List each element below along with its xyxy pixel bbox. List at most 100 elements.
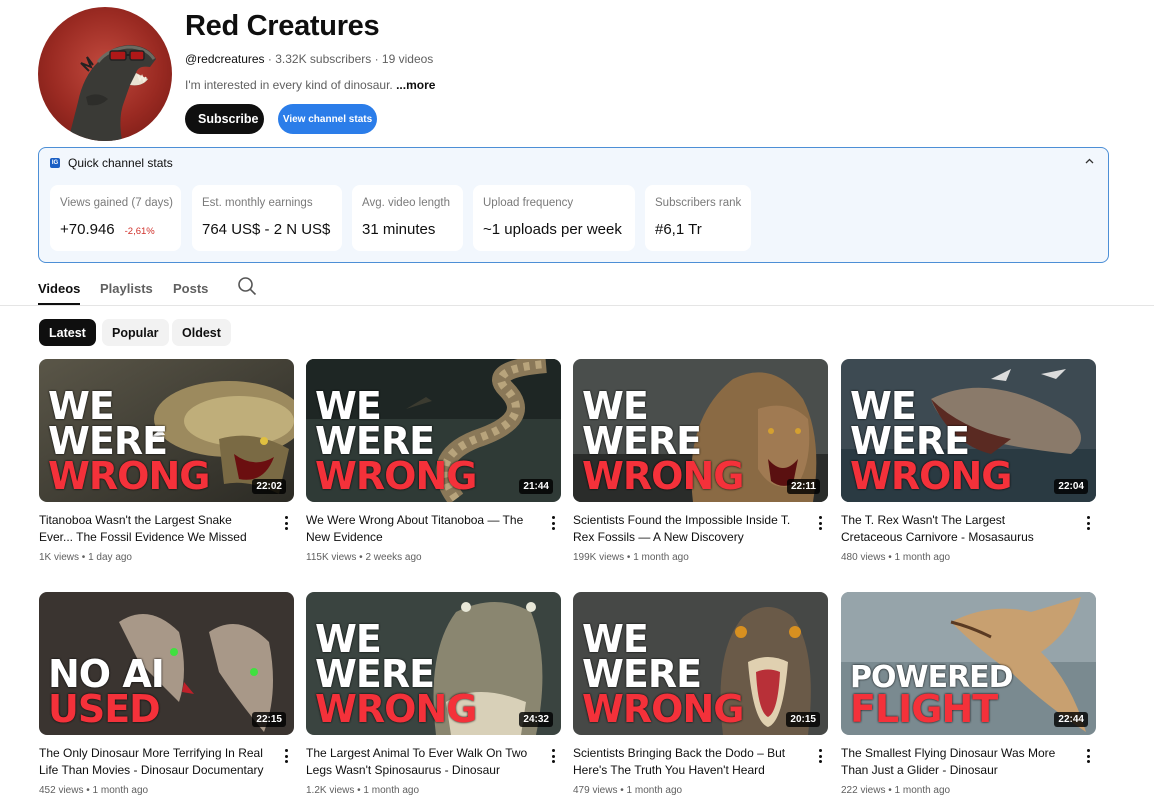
duration-badge: 22:11 bbox=[786, 479, 820, 494]
video-card[interactable]: WE WERE WRONG 22:04 The T. Rex Wasn't Th… bbox=[841, 359, 1096, 563]
more-options-icon[interactable] bbox=[282, 748, 290, 764]
stat-card-avg-video-length: Avg. video length 31 minutes bbox=[352, 185, 463, 251]
video-meta: 222 views • 1 month ago bbox=[841, 785, 951, 796]
video-card[interactable]: NO AI USED 22:15 The Only Dinosaur More … bbox=[39, 592, 294, 796]
video-meta: 1K views • 1 day ago bbox=[39, 552, 132, 563]
thumbnail-caption: WE WERE WRONG bbox=[582, 620, 744, 732]
video-title[interactable]: Titanoboa Wasn't the Largest Snake Ever.… bbox=[39, 512, 267, 546]
quick-stats-title: Quick channel stats bbox=[68, 156, 173, 170]
stat-card-upload-frequency: Upload frequency ~1 uploads per week bbox=[473, 185, 635, 251]
caption-line: WRONG bbox=[582, 687, 744, 732]
video-title[interactable]: The Smallest Flying Dinosaur Was More Th… bbox=[841, 745, 1069, 779]
stat-value: 764 US$ - 2 N US$ bbox=[202, 221, 331, 238]
chip-latest[interactable]: Latest bbox=[39, 319, 96, 346]
video-thumbnail[interactable]: WE WERE WRONG 22:04 bbox=[841, 359, 1096, 502]
video-thumbnail[interactable]: WE WERE WRONG 21:44 bbox=[306, 359, 561, 502]
video-card[interactable]: WE WERE WRONG 21:44 We Were Wrong About … bbox=[306, 359, 561, 563]
stat-value: #6,1 Tr bbox=[655, 221, 702, 238]
more-options-icon[interactable] bbox=[549, 515, 557, 531]
stat-value: ~1 uploads per week bbox=[483, 221, 622, 238]
stat-label: Avg. video length bbox=[362, 197, 451, 209]
more-options-icon[interactable] bbox=[1084, 748, 1092, 764]
channel-avatar[interactable] bbox=[38, 7, 172, 141]
tab-playlists[interactable]: Playlists bbox=[100, 279, 153, 307]
duration-badge: 22:15 bbox=[252, 712, 286, 727]
video-card[interactable]: WE WERE WRONG 24:32 The Largest Animal T… bbox=[306, 592, 561, 796]
video-meta: 452 views • 1 month ago bbox=[39, 785, 149, 796]
thumbnail-caption: POWERED FLIGHT bbox=[850, 663, 1014, 732]
duration-badge: 20:15 bbox=[786, 712, 820, 727]
thumbnail-caption: WE WERE WRONG bbox=[582, 387, 744, 499]
video-card[interactable]: WE WERE WRONG 22:11 Scientists Found the… bbox=[573, 359, 828, 563]
video-card[interactable]: WE WERE WRONG 20:15 Scientists Bringing … bbox=[573, 592, 828, 796]
video-thumbnail[interactable]: POWERED FLIGHT 22:44 bbox=[841, 592, 1096, 735]
tab-videos[interactable]: Videos bbox=[38, 279, 81, 305]
duration-badge: 22:02 bbox=[252, 479, 286, 494]
stat-value: +70.946 -2,61% bbox=[60, 221, 171, 238]
chevron-up-icon[interactable] bbox=[1085, 156, 1094, 167]
video-meta: 1.2K views • 1 month ago bbox=[306, 785, 420, 796]
caption-line: FLIGHT bbox=[850, 687, 998, 732]
video-meta: 479 views • 1 month ago bbox=[573, 785, 683, 796]
more-options-icon[interactable] bbox=[282, 515, 290, 531]
video-title[interactable]: The T. Rex Wasn't The Largest Cretaceous… bbox=[841, 512, 1069, 546]
video-title[interactable]: Scientists Bringing Back the Dodo – But … bbox=[573, 745, 801, 779]
channel-description[interactable]: I'm interested in every kind of dinosaur… bbox=[185, 78, 435, 92]
duration-badge: 21:44 bbox=[519, 479, 553, 494]
thumbnail-caption: WE WERE WRONG bbox=[315, 387, 477, 499]
chip-popular[interactable]: Popular bbox=[102, 319, 169, 346]
more-options-icon[interactable] bbox=[816, 748, 824, 764]
channel-handle: @redcreatures bbox=[185, 52, 265, 66]
video-thumbnail[interactable]: WE WERE WRONG 24:32 bbox=[306, 592, 561, 735]
thumbnail-caption: WE WERE WRONG bbox=[315, 620, 477, 732]
thumbnail-caption: WE WERE WRONG bbox=[48, 387, 210, 499]
caption-line: USED bbox=[48, 687, 161, 732]
video-meta: 115K views • 2 weeks ago bbox=[306, 552, 422, 563]
duration-badge: 24:32 bbox=[519, 712, 553, 727]
video-title[interactable]: Scientists Found the Impossible Inside T… bbox=[573, 512, 801, 546]
caption-line: WRONG bbox=[850, 454, 1012, 499]
view-channel-stats-button[interactable]: View channel stats bbox=[278, 104, 377, 134]
video-title[interactable]: We Were Wrong About Titanoboa — The New … bbox=[306, 512, 534, 546]
more-options-icon[interactable] bbox=[816, 515, 824, 531]
video-thumbnail[interactable]: NO AI USED 22:15 bbox=[39, 592, 294, 735]
video-card[interactable]: WE WERE WRONG 22:02 Titanoboa Wasn't the… bbox=[39, 359, 294, 563]
tabs-divider bbox=[0, 305, 1154, 306]
video-thumbnail[interactable]: WE WERE WRONG 22:11 bbox=[573, 359, 828, 502]
stat-card-monthly-earnings: Est. monthly earnings 764 US$ - 2 N US$ bbox=[192, 185, 342, 251]
video-thumbnail[interactable]: WE WERE WRONG 22:02 bbox=[39, 359, 294, 502]
caption-line: WRONG bbox=[315, 687, 477, 732]
description-text: I'm interested in every kind of dinosaur… bbox=[185, 78, 397, 92]
stat-label: Subscribers rank bbox=[655, 197, 742, 209]
channel-stats-line: · 3.32K subscribers · 19 videos bbox=[264, 52, 434, 66]
more-options-icon[interactable] bbox=[549, 748, 557, 764]
stat-card-views-gained: Views gained (7 days) +70.946 -2,61% bbox=[50, 185, 181, 251]
stat-label: Upload frequency bbox=[483, 197, 574, 209]
video-card[interactable]: POWERED FLIGHT 22:44 The Smallest Flying… bbox=[841, 592, 1096, 796]
chip-oldest[interactable]: Oldest bbox=[172, 319, 231, 346]
more-link[interactable]: ...more bbox=[396, 78, 435, 92]
duration-badge: 22:04 bbox=[1054, 479, 1088, 494]
video-meta: 480 views • 1 month ago bbox=[841, 552, 951, 563]
stat-value-text: +70.946 bbox=[60, 221, 115, 238]
quick-stats-header[interactable]: IG Quick channel stats bbox=[50, 156, 173, 170]
more-options-icon[interactable] bbox=[1084, 515, 1092, 531]
caption-line: WRONG bbox=[48, 454, 210, 499]
stat-value: 31 minutes bbox=[362, 221, 436, 238]
tab-posts[interactable]: Posts bbox=[173, 279, 208, 307]
caption-line: WRONG bbox=[582, 454, 744, 499]
video-title[interactable]: The Largest Animal To Ever Walk On Two L… bbox=[306, 745, 534, 779]
stat-label: Est. monthly earnings bbox=[202, 197, 313, 209]
channel-name: Red Creatures bbox=[185, 10, 380, 42]
video-thumbnail[interactable]: WE WERE WRONG 20:15 bbox=[573, 592, 828, 735]
search-icon[interactable] bbox=[237, 276, 257, 296]
channel-meta: @redcreatures · 3.32K subscribers · 19 v… bbox=[185, 52, 433, 66]
caption-line: WRONG bbox=[315, 454, 477, 499]
stat-change-badge: -2,61% bbox=[124, 226, 155, 237]
subscribe-button[interactable]: Subscribe bbox=[185, 104, 264, 134]
duration-badge: 22:44 bbox=[1054, 712, 1088, 727]
quick-channel-stats-panel: IG Quick channel stats Views gained (7 d… bbox=[38, 147, 1109, 263]
thumbnail-caption: NO AI USED bbox=[48, 655, 165, 732]
stat-card-subscribers-rank: Subscribers rank #6,1 Tr bbox=[645, 185, 751, 251]
video-title[interactable]: The Only Dinosaur More Terrifying In Rea… bbox=[39, 745, 267, 779]
